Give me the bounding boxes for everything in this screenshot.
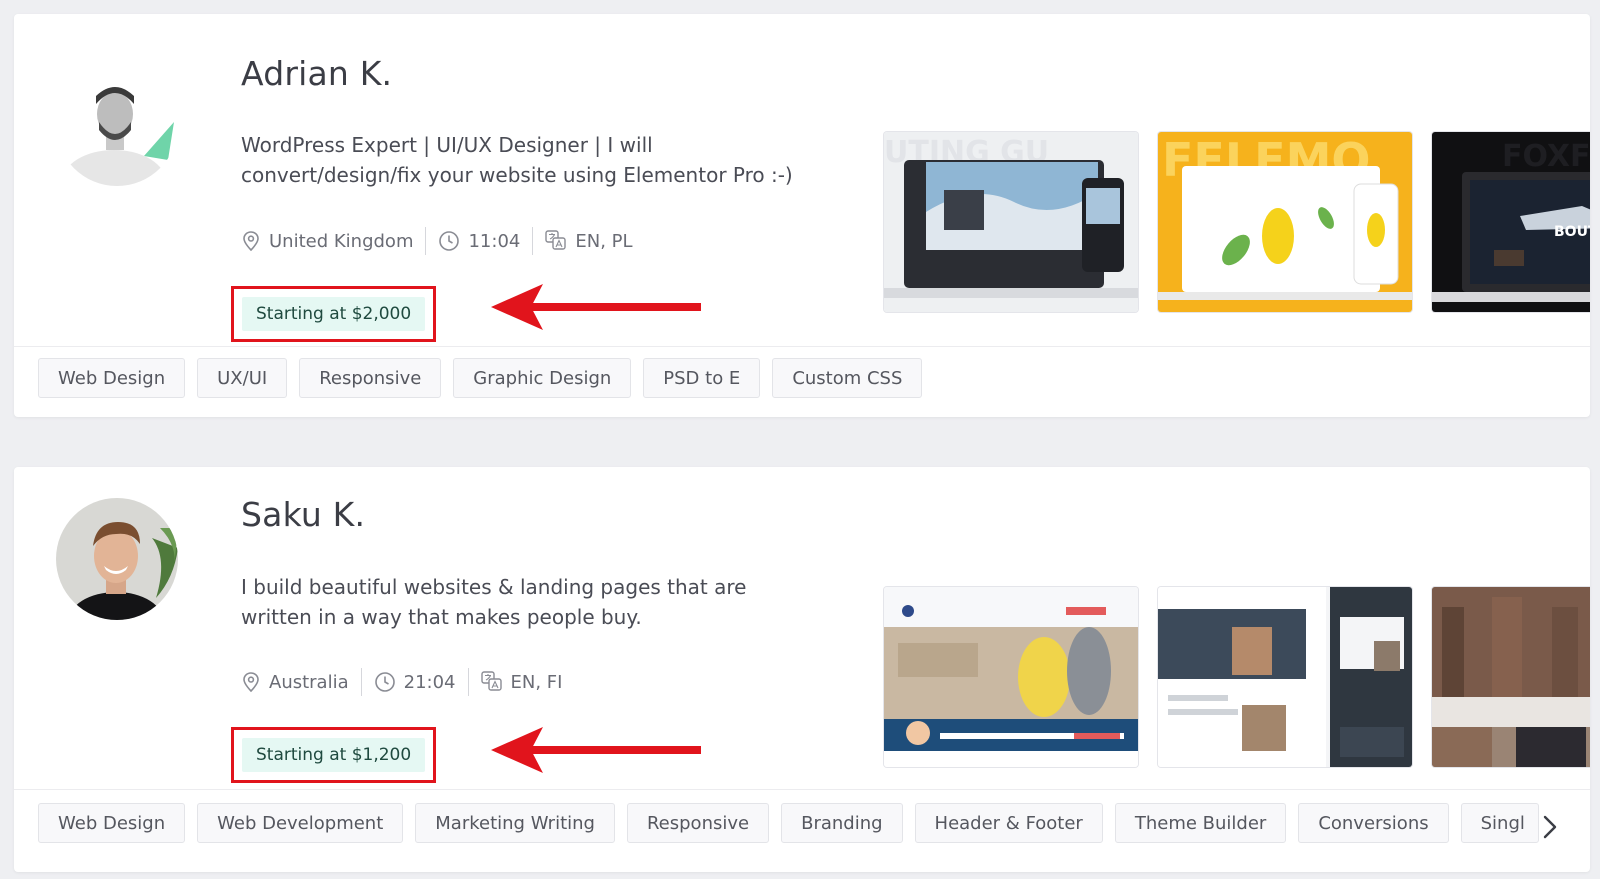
portfolio-thumbnail[interactable]: UTING GU xyxy=(884,132,1138,312)
location: United Kingdom xyxy=(241,230,413,252)
skill-tags: Web Design UX/UI Responsive Graphic Desi… xyxy=(38,358,923,398)
clock-icon xyxy=(438,230,460,252)
local-time: 11:04 xyxy=(438,230,520,252)
price-highlight-box: Starting at $2,000 xyxy=(231,286,437,342)
skill-tag[interactable]: Custom CSS xyxy=(772,358,923,398)
portfolio-thumbnail[interactable]: FOXFO BOUT xyxy=(1432,132,1590,312)
skill-tag[interactable]: Responsive xyxy=(626,803,770,843)
starting-price: Starting at $1,200 xyxy=(242,738,426,772)
skill-tag[interactable]: Responsive xyxy=(299,358,442,398)
annotation-arrow xyxy=(491,284,701,330)
freelancer-name[interactable]: Adrian K. xyxy=(241,54,392,93)
meta-divider xyxy=(532,227,534,255)
skill-tag[interactable]: Marketing Writing xyxy=(415,803,615,843)
skill-tag[interactable]: Graphic Design xyxy=(453,358,632,398)
freelancer-meta: Australia 21:04 EN, FI xyxy=(241,667,562,697)
skill-tag[interactable]: Web Development xyxy=(197,803,404,843)
freelancer-headline: WordPress Expert | UI/UX Designer | I wi… xyxy=(241,133,793,187)
avatar[interactable] xyxy=(56,498,178,620)
location-pin-icon xyxy=(241,671,261,693)
portfolio-gallery: UTING GU FELEMO FOXF BOU xyxy=(884,132,1590,312)
meta-divider xyxy=(467,668,469,696)
svg-text:FOXFO: FOXFO xyxy=(1502,139,1590,174)
translate-icon xyxy=(545,230,567,252)
languages-text: EN, FI xyxy=(510,671,563,693)
languages-text: EN, PL xyxy=(575,230,633,252)
skill-tags: Web Design Web Development Marketing Wri… xyxy=(38,803,1539,843)
avatar[interactable] xyxy=(56,64,178,186)
location-text: Australia xyxy=(269,671,349,693)
portfolio-thumbnail[interactable] xyxy=(884,587,1138,767)
skill-tag[interactable]: Header & Footer xyxy=(914,803,1103,843)
freelancer-card-adrian[interactable]: Adrian K. WordPress Expert | UI/UX Desig… xyxy=(14,14,1590,417)
skill-tag[interactable]: Web Design xyxy=(38,803,186,843)
portfolio-thumbnail[interactable] xyxy=(1158,587,1412,767)
time-text: 21:04 xyxy=(403,671,456,693)
local-time: 21:04 xyxy=(374,671,456,693)
annotation-arrow xyxy=(491,727,701,773)
freelancer-card-saku[interactable]: Saku K. I build beautiful websites & lan… xyxy=(14,467,1590,872)
skill-tag[interactable]: Singl xyxy=(1460,803,1539,843)
clock-icon xyxy=(374,671,396,693)
divider xyxy=(14,346,1590,347)
time-text: 11:04 xyxy=(468,230,521,252)
skill-tag[interactable]: Conversions xyxy=(1298,803,1449,843)
location-text: United Kingdom xyxy=(269,230,414,252)
skill-tag[interactable]: UX/UI xyxy=(197,358,288,398)
skill-tag[interactable]: Branding xyxy=(781,803,903,843)
portfolio-thumbnail[interactable] xyxy=(1432,587,1590,767)
location-pin-icon xyxy=(241,230,261,252)
freelancer-meta: United Kingdom 11:04 EN, PL xyxy=(241,226,633,256)
chevron-right-icon[interactable] xyxy=(1540,813,1560,841)
languages: EN, FI xyxy=(480,671,563,693)
meta-divider xyxy=(425,227,427,255)
freelancer-name[interactable]: Saku K. xyxy=(241,495,365,534)
freelancer-headline: I build beautiful websites & landing pag… xyxy=(241,575,747,629)
starting-price: Starting at $2,000 xyxy=(242,297,426,331)
portfolio-gallery xyxy=(884,587,1590,767)
translate-icon xyxy=(480,671,503,693)
skill-tag[interactable]: Theme Builder xyxy=(1114,803,1287,843)
location: Australia xyxy=(241,671,349,693)
portfolio-thumbnail[interactable]: FELEMO xyxy=(1158,132,1412,312)
price-highlight-box: Starting at $1,200 xyxy=(231,727,437,783)
divider xyxy=(14,789,1590,790)
languages: EN, PL xyxy=(545,230,633,252)
meta-divider xyxy=(360,668,362,696)
skill-tag[interactable]: PSD to E xyxy=(643,358,761,398)
portfolio-text: BOUT xyxy=(1554,224,1590,240)
skill-tag[interactable]: Web Design xyxy=(38,358,186,398)
